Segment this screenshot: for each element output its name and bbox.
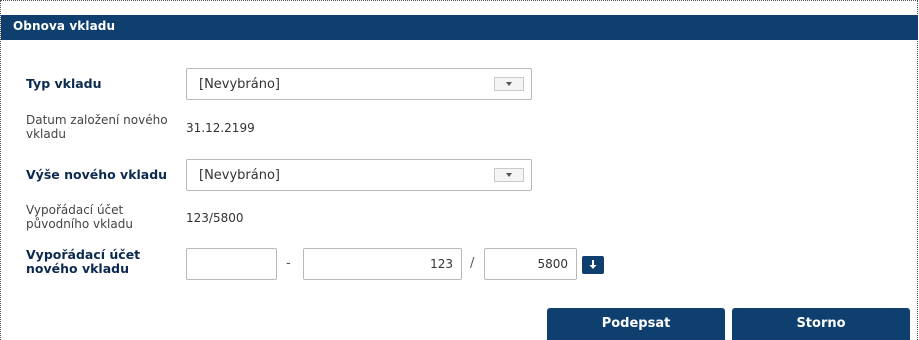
original-account-label: Vypořádací účet původního vkladu <box>26 203 133 231</box>
new-amount-select[interactable]: [Nevybráno] <box>186 159 532 191</box>
new-account-label-line2: nového vkladu <box>26 261 129 276</box>
prefix-separator: - <box>286 256 291 271</box>
deposit-type-select[interactable]: [Nevybráno] <box>186 68 532 100</box>
creation-date-label: Datum založení nového vkladu <box>26 113 168 141</box>
bank-code-input[interactable] <box>485 249 576 279</box>
new-amount-label: Výše nového vkladu <box>26 167 168 182</box>
original-account-value: 123/5800 <box>186 211 244 225</box>
account-number-input[interactable] <box>304 249 461 279</box>
bank-code-separator: / <box>470 256 475 271</box>
new-account-label: Vypořádací účet nového vkladu <box>26 248 140 276</box>
panel-title: Obnova vkladu <box>13 19 116 33</box>
new-account-label-line1: Vypořádací účet <box>26 247 141 262</box>
panel-titlebar: Obnova vkladu <box>1 15 918 40</box>
chevron-down-icon[interactable] <box>494 168 524 182</box>
creation-date-value: 31.12.2199 <box>186 121 255 135</box>
account-prefix-field[interactable] <box>186 248 277 280</box>
account-pick-button[interactable] <box>582 256 604 274</box>
deposit-type-selected: [Nevybráno] <box>199 77 281 92</box>
account-number-field[interactable] <box>303 248 462 280</box>
original-account-label-line1: Vypořádací účet <box>26 203 124 217</box>
cancel-button[interactable]: Storno <box>732 308 910 340</box>
arrow-down-icon <box>589 260 597 269</box>
sign-button[interactable]: Podepsat <box>547 308 725 340</box>
creation-date-label-line1: Datum založení nového <box>26 113 168 127</box>
new-amount-selected: [Nevybráno] <box>199 168 281 183</box>
deposit-type-label: Typ vkladu <box>26 76 102 91</box>
account-prefix-input[interactable] <box>187 249 276 279</box>
chevron-down-icon[interactable] <box>494 77 524 91</box>
creation-date-label-line2: vkladu <box>26 127 66 141</box>
original-account-label-line2: původního vkladu <box>26 217 133 231</box>
bank-code-field[interactable] <box>484 248 577 280</box>
